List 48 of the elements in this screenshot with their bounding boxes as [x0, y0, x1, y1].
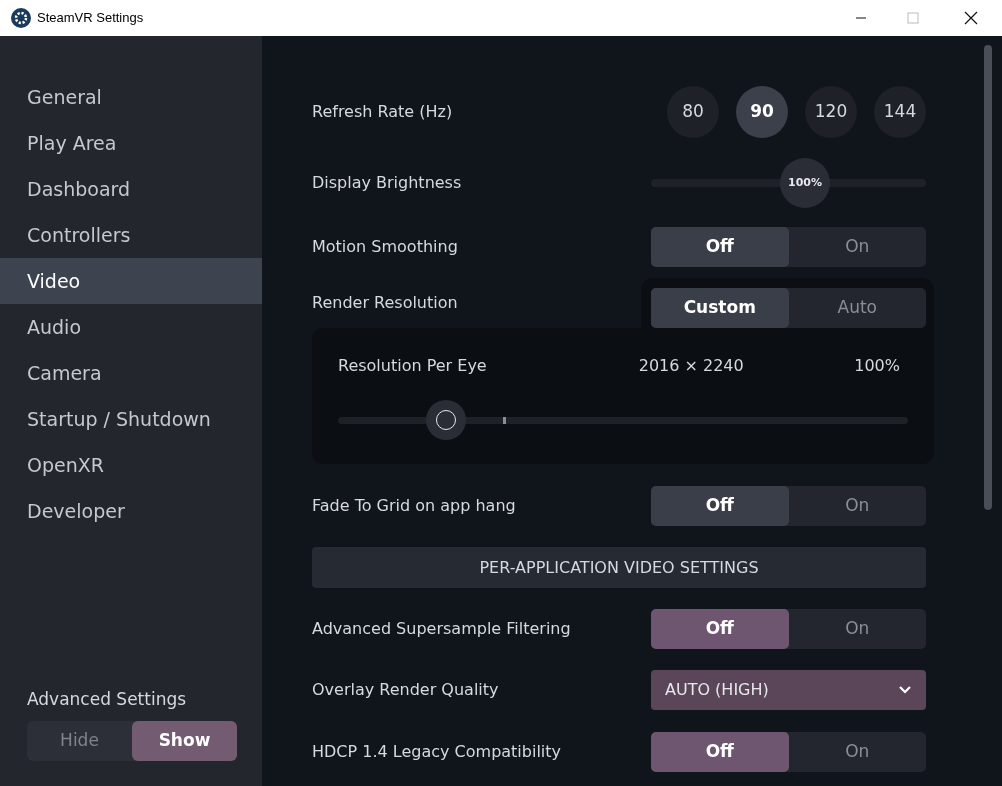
- rate-option[interactable]: 144: [874, 86, 926, 138]
- per-application-button[interactable]: PER-APPLICATION VIDEO SETTINGS: [312, 547, 926, 588]
- toggle-option[interactable]: Off: [651, 732, 789, 772]
- rate-option[interactable]: 120: [805, 86, 857, 138]
- toggle-option[interactable]: Show: [132, 721, 237, 761]
- dropdown[interactable]: AUTO (HIGH): [651, 670, 926, 710]
- sidebar-item[interactable]: Play Area: [0, 120, 262, 166]
- setting-label: Advanced Supersample Filtering: [312, 618, 571, 640]
- default-marker: [503, 417, 507, 424]
- sidebar-item[interactable]: Camera: [0, 350, 262, 396]
- toggle-option[interactable]: Off: [651, 227, 789, 267]
- sidebar-item[interactable]: Audio: [0, 304, 262, 350]
- chevron-icon: [898, 685, 912, 695]
- toggle-option[interactable]: On: [788, 486, 926, 526]
- setting-label: HDCP 1.4 Legacy Compatibility: [312, 741, 562, 763]
- gear-icon: [11, 8, 31, 28]
- toggle-option[interactable]: On: [788, 227, 926, 267]
- slider-thumb[interactable]: 100%: [780, 158, 830, 208]
- close-icon[interactable]: [964, 11, 978, 25]
- toggle-option[interactable]: On: [788, 609, 926, 649]
- toggle-option[interactable]: On: [788, 732, 926, 772]
- rate-option[interactable]: 80: [667, 86, 719, 138]
- setting-label: Overlay Render Quality: [312, 679, 499, 701]
- rate-option[interactable]: 90: [736, 86, 788, 138]
- setting-label: Display Brightness: [312, 172, 462, 194]
- window-title: SteamVR Settings: [37, 9, 144, 28]
- setting-label: Render Resolution: [312, 292, 458, 314]
- sidebar-item[interactable]: General: [0, 74, 262, 120]
- resolution-value: 2016 × 2240: [638, 355, 744, 377]
- percent-value: 100%: [854, 355, 900, 377]
- toggle-option[interactable]: Custom: [651, 288, 789, 328]
- toggle-option[interactable]: Off: [651, 486, 789, 526]
- setting-label: Refresh Rate (Hz): [312, 101, 453, 123]
- section-label: Advanced Settings: [27, 687, 188, 711]
- sidebar-item[interactable]: Dashboard: [0, 166, 262, 212]
- sidebar-item[interactable]: OpenXR: [0, 442, 262, 488]
- sidebar-item[interactable]: Video: [0, 258, 262, 304]
- sidebar-item[interactable]: Controllers: [0, 212, 262, 258]
- setting-label: Fade To Grid on app hang: [312, 495, 516, 517]
- scrollbar[interactable]: [984, 45, 992, 510]
- toggle-option[interactable]: Off: [651, 609, 789, 649]
- setting-label: Resolution Per Eye: [338, 355, 487, 377]
- setting-label: Motion Smoothing: [312, 236, 458, 258]
- sidebar-item[interactable]: Startup / Shutdown: [0, 396, 262, 442]
- toggle-option[interactable]: Auto: [788, 288, 926, 328]
- sidebar-item[interactable]: Developer: [0, 488, 262, 534]
- slider[interactable]: 100%: [651, 158, 926, 208]
- toggle-option[interactable]: Hide: [27, 721, 132, 761]
